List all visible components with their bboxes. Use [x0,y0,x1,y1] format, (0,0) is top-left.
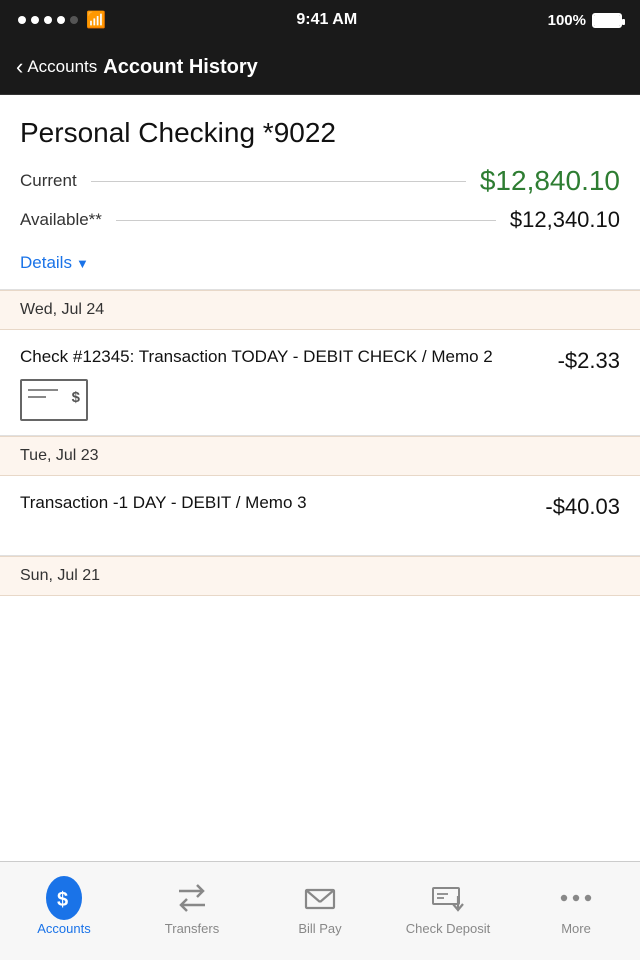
check-line-2 [28,396,46,398]
tab-accounts[interactable]: $ Accounts [0,862,128,960]
nav-bar: ‹ Accounts Account History [0,40,640,95]
section-header-tue: Tue, Jul 23 [0,436,640,476]
check-deposit-icon [430,880,466,916]
transaction-desc-2: Transaction -1 DAY - DEBIT / Memo 3 [20,492,533,515]
account-summary: Personal Checking *9022 Current $12,840.… [0,95,640,290]
transaction-amount-1: -$2.33 [558,346,620,374]
billpay-check-icon [302,880,338,916]
tab-bar: $ Accounts Transfers [0,861,640,960]
available-amount: $12,340.10 [510,207,620,233]
details-label: Details [20,253,72,273]
svg-text:$: $ [57,889,68,910]
status-bar: 📶 9:41 AM 100% [0,0,640,40]
accounts-circle: $ [46,876,82,920]
current-divider [91,181,466,182]
battery-icon [592,13,622,28]
transfers-arrows-icon [175,881,209,915]
more-icon [558,880,594,916]
available-label: Available** [20,210,102,230]
back-button[interactable]: ‹ Accounts [16,56,97,78]
status-right: 100% [548,12,622,29]
transaction-amount-2: -$40.03 [545,492,620,520]
back-label: Accounts [27,57,97,77]
page-title: Account History [103,56,257,79]
transaction-left-1: Check #12345: Transaction TODAY - DEBIT … [20,346,558,421]
account-name: Personal Checking *9022 [20,117,620,149]
transfers-icon [174,880,210,916]
details-chevron-icon: ▼ [76,256,89,271]
section-header-sun: Sun, Jul 21 [0,556,640,596]
section-date-wed: Wed, Jul 24 [20,301,104,318]
tab-billpay-label: Bill Pay [298,921,341,936]
section-header-wed: Wed, Jul 24 [0,290,640,330]
tab-checkdeposit[interactable]: Check Deposit [384,862,512,960]
tab-more[interactable]: More [512,862,640,960]
details-link[interactable]: Details ▼ [20,253,620,273]
battery-percent: 100% [548,12,586,29]
tab-checkdeposit-label: Check Deposit [406,921,491,936]
tab-transfers-label: Transfers [165,921,219,936]
back-chevron-icon: ‹ [16,56,23,78]
tab-billpay[interactable]: Bill Pay [256,862,384,960]
check-line-1 [28,389,58,391]
transaction-row-1[interactable]: Check #12345: Transaction TODAY - DEBIT … [0,330,640,436]
accounts-icon: $ [46,880,82,916]
available-balance-row: Available** $12,340.10 [20,207,620,233]
more-dots-icon [558,880,594,916]
status-left: 📶 [18,10,106,30]
section-date-sun: Sun, Jul 21 [20,567,100,584]
available-divider [116,220,496,221]
check-icon: $ [20,379,88,421]
tab-more-label: More [561,921,591,936]
tab-accounts-label: Accounts [37,921,90,936]
details-row: Details ▼ [20,243,620,279]
billpay-icon [302,880,338,916]
status-time: 9:41 AM [296,11,357,29]
tab-transfers[interactable]: Transfers [128,862,256,960]
transaction-desc-1: Check #12345: Transaction TODAY - DEBIT … [20,346,546,369]
transaction-left-2: Transaction -1 DAY - DEBIT / Memo 3 [20,492,545,525]
transaction-row-2[interactable]: Transaction -1 DAY - DEBIT / Memo 3 -$40… [0,476,640,556]
signal-dots [18,16,78,24]
content-area: Personal Checking *9022 Current $12,840.… [0,95,640,861]
checkdeposit-icon [430,880,466,916]
check-dollar-sign: $ [72,389,80,406]
section-date-tue: Tue, Jul 23 [20,447,99,464]
wifi-icon: 📶 [86,10,106,30]
current-label: Current [20,171,77,191]
current-amount: $12,840.10 [480,165,620,197]
dollar-sign-icon: $ [52,886,76,910]
check-lines [28,389,58,398]
current-balance-row: Current $12,840.10 [20,165,620,197]
